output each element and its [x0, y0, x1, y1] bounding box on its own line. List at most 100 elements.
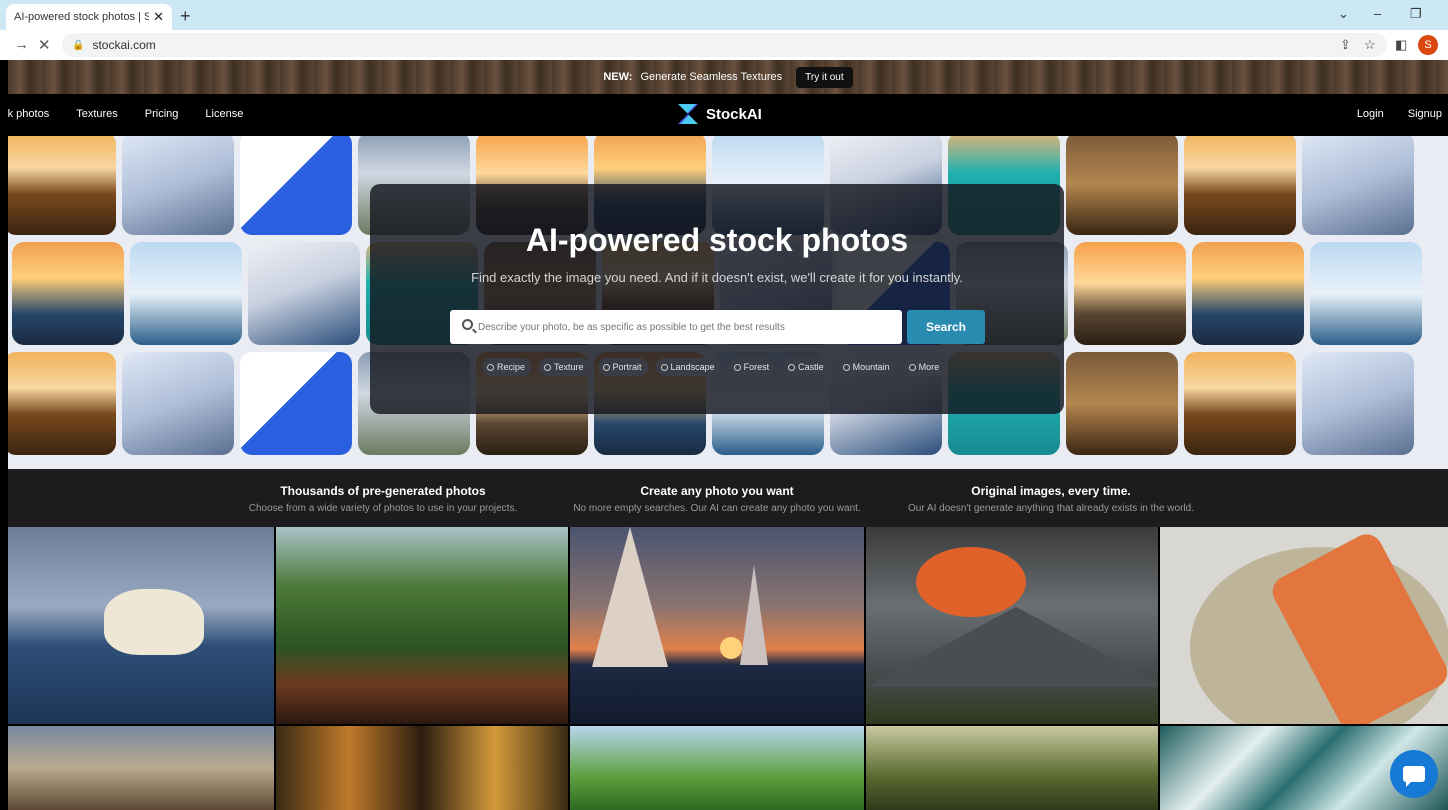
- chip-more[interactable]: More: [903, 358, 946, 376]
- mosaic-tile: [122, 136, 234, 235]
- search-panel: AI-powered stock photos Find exactly the…: [370, 184, 1064, 414]
- page-viewport: NEW: Generate Seamless Textures Try it o…: [8, 60, 1448, 810]
- sail-shape: [592, 527, 668, 667]
- lock-icon: 🔒: [72, 39, 85, 51]
- nav-link-stock-photos[interactable]: ock photos: [8, 108, 49, 120]
- brand[interactable]: StockAI: [678, 104, 762, 124]
- gallery-image-autumn-forest[interactable]: [276, 726, 568, 810]
- url-text: stockai.com: [92, 38, 156, 52]
- feature-title: Create any photo you want: [640, 484, 794, 498]
- tab-title: AI-powered stock photos | Stock: [14, 11, 150, 23]
- search-icon: [842, 363, 850, 371]
- features-strip: Thousands of pre-generated photos Choose…: [8, 469, 1448, 527]
- mosaic-tile: [130, 242, 242, 345]
- chip-label: Mountain: [852, 362, 890, 372]
- search-icon: [544, 363, 552, 371]
- nav-link-pricing[interactable]: Pricing: [145, 108, 179, 120]
- polar-bear-shape: [104, 589, 204, 655]
- login-link[interactable]: Login: [1357, 108, 1384, 120]
- announcement-bar: NEW: Generate Seamless Textures Try it o…: [8, 60, 1448, 94]
- stockai-logo-icon: [678, 104, 698, 124]
- mosaic-tile: [8, 136, 116, 235]
- mosaic-tile: [248, 242, 360, 345]
- announcement-new-label: NEW:: [603, 71, 633, 83]
- gallery-image-volcano[interactable]: [866, 527, 1158, 724]
- minimize-icon[interactable]: –: [1374, 6, 1381, 21]
- nav-link-license[interactable]: License: [205, 108, 243, 120]
- feature-pregenerated: Thousands of pre-generated photos Choose…: [218, 484, 548, 514]
- browser-toolbar: → ✕ 🔒 stockai.com ⇪ ☆ ◧ S: [0, 30, 1448, 60]
- auth-links: Login Signup: [1357, 108, 1442, 120]
- mosaic-tile: [1066, 136, 1178, 235]
- search-icon: [788, 363, 796, 371]
- chip-recipe[interactable]: Recipe: [482, 358, 532, 376]
- chip-castle[interactable]: Castle: [783, 358, 830, 376]
- gallery-image-salmon-dish[interactable]: [1160, 527, 1448, 724]
- mosaic-tile: [8, 352, 116, 455]
- chip-label: Landscape: [670, 362, 715, 372]
- profile-avatar[interactable]: S: [1418, 35, 1438, 55]
- search-input[interactable]: [450, 310, 902, 344]
- mosaic-tile: [1302, 352, 1414, 455]
- chip-landscape[interactable]: Landscape: [655, 358, 721, 376]
- chat-widget-button[interactable]: [1390, 750, 1438, 798]
- feature-original: Original images, every time. Our AI does…: [886, 484, 1216, 514]
- sun-shape: [720, 637, 742, 659]
- hero-subtitle: Find exactly the image you need. And if …: [471, 270, 963, 285]
- gallery-image-sailboats[interactable]: [570, 527, 864, 724]
- mosaic-tile: [1302, 136, 1414, 235]
- search-icon: [602, 363, 610, 371]
- share-icon[interactable]: ⇪: [1340, 37, 1351, 53]
- chip-label: More: [918, 362, 940, 372]
- feature-description: Our AI doesn't generate anything that al…: [908, 503, 1194, 514]
- mosaic-tile: [1074, 242, 1186, 345]
- restore-icon[interactable]: ❐: [1410, 6, 1422, 22]
- tab-search-icon[interactable]: ⌄: [1338, 6, 1349, 22]
- announcement-text: Generate Seamless Textures: [640, 71, 783, 83]
- search-icon: [487, 363, 494, 371]
- chat-icon: [1403, 766, 1425, 787]
- brand-name: StockAI: [706, 105, 762, 123]
- gallery-image-green-trees[interactable]: [570, 726, 864, 810]
- gallery-image-castle[interactable]: [8, 726, 274, 810]
- chip-forest[interactable]: Forest: [728, 358, 776, 376]
- feature-create: Create any photo you want No more empty …: [552, 484, 882, 514]
- mosaic-tile: [122, 352, 234, 455]
- gallery-image-sunlit-forest[interactable]: [866, 726, 1158, 810]
- address-bar[interactable]: 🔒 stockai.com: [62, 33, 1387, 57]
- browser-tab[interactable]: AI-powered stock photos | Stock ✕: [6, 4, 172, 30]
- feature-description: No more empty searches. Our AI can creat…: [573, 503, 861, 514]
- photo-gallery: [8, 527, 1448, 810]
- gallery-image-polar-bear[interactable]: [8, 527, 274, 724]
- site-navbar: ock photos Textures Pricing License Stoc…: [8, 94, 1448, 136]
- nav-link-textures[interactable]: Textures: [76, 108, 118, 120]
- forward-icon[interactable]: →: [14, 36, 29, 53]
- try-it-out-button[interactable]: Try it out: [796, 66, 853, 88]
- nav-links: ock photos Textures Pricing License: [8, 108, 243, 120]
- search-button[interactable]: Search: [907, 310, 985, 344]
- chip-portrait[interactable]: Portrait: [597, 358, 648, 376]
- bookmark-star-icon[interactable]: ☆: [1364, 37, 1376, 53]
- mosaic-tile: [240, 136, 352, 235]
- tab-close-icon[interactable]: ✕: [153, 9, 164, 25]
- chip-label: Forest: [743, 362, 770, 372]
- mountain-shape: [866, 607, 1158, 687]
- chip-texture[interactable]: Texture: [539, 358, 590, 376]
- hero-section: AI-powered stock photos Find exactly the…: [8, 136, 1448, 469]
- stop-loading-icon[interactable]: ✕: [38, 36, 51, 54]
- chip-label: Castle: [798, 362, 824, 372]
- mosaic-tile: [1066, 352, 1178, 455]
- chip-mountain[interactable]: Mountain: [837, 358, 896, 376]
- mosaic-tile: [12, 242, 124, 345]
- gallery-image-jungle-river[interactable]: [276, 527, 568, 724]
- search-icon: [908, 363, 916, 371]
- sail-shape: [740, 565, 768, 665]
- search-icon: [733, 363, 741, 371]
- mosaic-tile: [240, 352, 352, 455]
- side-panel-icon[interactable]: ◧: [1395, 37, 1407, 53]
- signup-link[interactable]: Signup: [1408, 108, 1442, 120]
- chip-label: Recipe: [497, 362, 526, 372]
- new-tab-button[interactable]: +: [180, 6, 191, 27]
- feature-description: Choose from a wide variety of photos to …: [248, 503, 518, 514]
- mosaic-tile: [1184, 352, 1296, 455]
